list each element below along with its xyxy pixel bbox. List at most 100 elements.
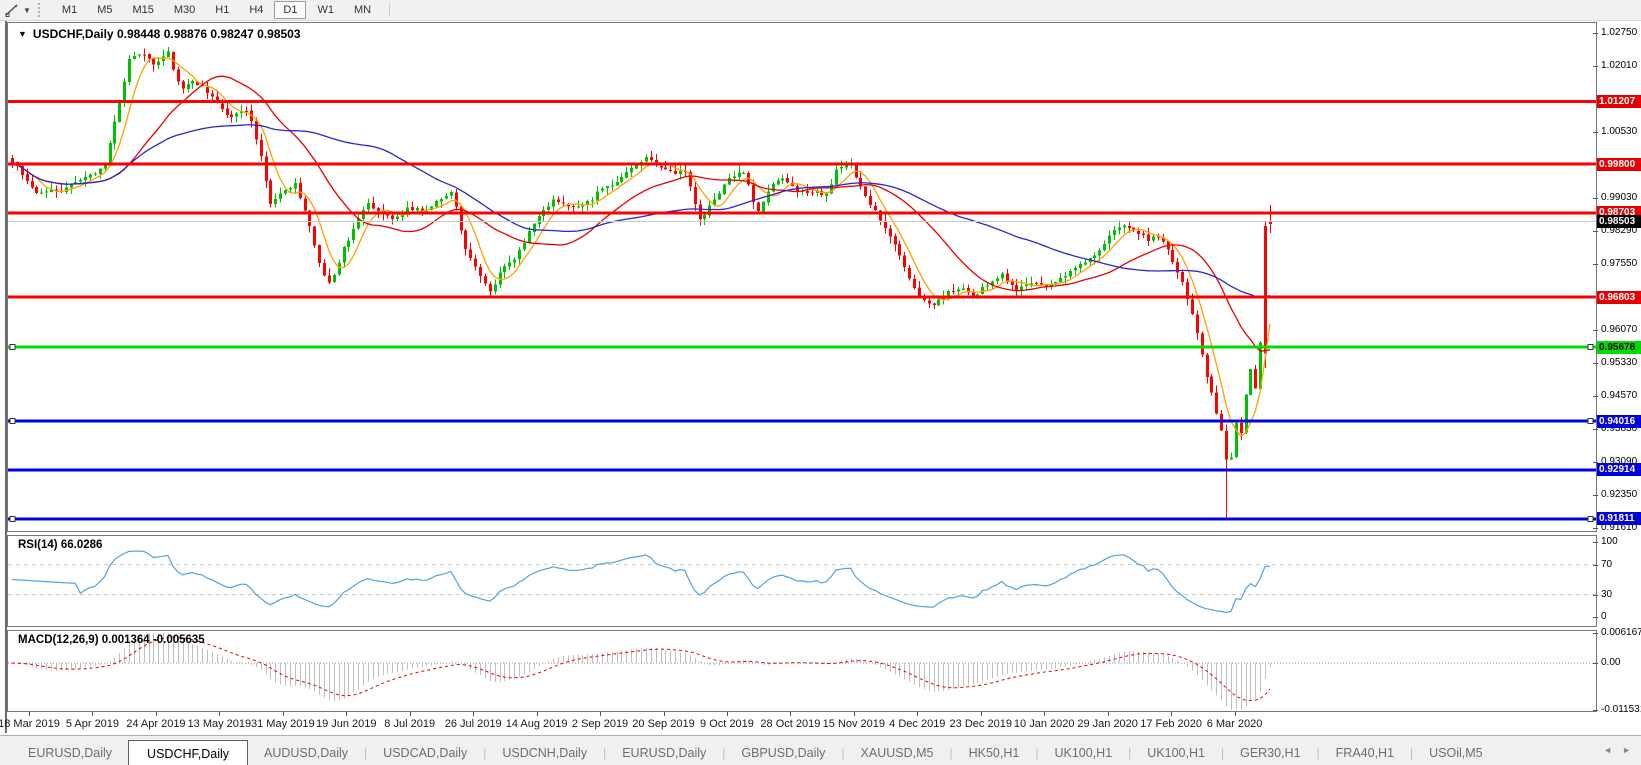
timeframe-button-m15[interactable]: M15 (123, 1, 162, 19)
axis-tick-mark (1593, 633, 1598, 634)
tab-scroll-left-icon[interactable]: ◄ (1603, 745, 1612, 755)
date-label: 28 Oct 2019 (760, 718, 820, 730)
date-tick-mark (600, 712, 601, 716)
tab-gbpusd-daily[interactable]: GBPUSD,Daily (725, 742, 841, 763)
date-label: 13 May 2019 (188, 718, 252, 730)
tab-ger30-h1[interactable]: GER30,H1 (1224, 742, 1316, 763)
tab-eurusd-daily[interactable]: EURUSD,Daily (12, 742, 128, 763)
date-tick-mark (219, 712, 220, 716)
price-axis[interactable]: 1.027501.020101.005300.990300.982900.975… (1598, 21, 1641, 733)
date-label: 5 Apr 2019 (66, 718, 119, 730)
date-tick-mark (92, 712, 93, 716)
tab-usdcad-daily[interactable]: USDCAD,Daily (367, 742, 483, 763)
date-label: 2 Sep 2019 (572, 718, 628, 730)
axis-tick-label: 0.94570 (1601, 390, 1637, 401)
axis-tick-mark (1593, 663, 1598, 664)
axis-tick-label: 100 (1601, 536, 1618, 547)
date-tick-mark (410, 712, 411, 716)
price-line-label-095678: 0.95678 (1597, 341, 1641, 354)
date-tick-mark (29, 712, 30, 716)
axis-tick-mark (1593, 617, 1598, 618)
axis-tick-mark (1593, 198, 1598, 199)
macd-panel[interactable]: MACD(12,26,9) 0.001364 -0.005635 (7, 630, 1597, 712)
date-tick-mark (664, 712, 665, 716)
axis-tick-label: 1.02750 (1601, 27, 1637, 38)
macd-value: 0.001364 (102, 634, 150, 646)
date-label: 6 Mar 2020 (1207, 718, 1263, 730)
axis-tick-mark (1593, 33, 1598, 34)
axis-tick-label: 30 (1601, 589, 1612, 600)
axis-tick-mark (1593, 396, 1598, 397)
axis-tick-mark (1593, 330, 1598, 331)
date-label: 18 Mar 2019 (0, 718, 60, 730)
tab-usoil-m5[interactable]: USOil,M5 (1413, 742, 1498, 763)
date-tick-mark (1044, 712, 1045, 716)
macd-chart[interactable] (8, 631, 1596, 711)
date-tick-mark (346, 712, 347, 716)
rsi-chart[interactable] (8, 536, 1596, 626)
timeframe-button-m5[interactable]: M5 (88, 1, 121, 19)
date-label: 29 Jan 2020 (1077, 718, 1138, 730)
axis-tick-label: 1.00530 (1601, 126, 1637, 137)
tab-eurusd-daily[interactable]: EURUSD,Daily (606, 742, 722, 763)
ohlc-open: 0.98448 (117, 27, 160, 41)
line-studies-icon[interactable] (3, 2, 21, 18)
axis-tick-mark (1593, 528, 1598, 529)
axis-tick-label: 0.95330 (1601, 357, 1637, 368)
date-tick-mark (1108, 712, 1109, 716)
main-chart[interactable] (8, 23, 1596, 531)
chart-title-caret-icon[interactable]: ▼ (18, 29, 27, 39)
price-line-label-101207: 1.01207 (1597, 95, 1641, 108)
date-label: 31 May 2019 (251, 718, 315, 730)
date-tick-mark (917, 712, 918, 716)
axis-tick-mark (1593, 495, 1598, 496)
axis-tick-mark (1593, 595, 1598, 596)
timeframe-button-m1[interactable]: M1 (53, 1, 86, 19)
ohlc-high: 0.98876 (164, 27, 207, 41)
axis-tick-mark (1593, 565, 1598, 566)
timeframe-button-w1[interactable]: W1 (308, 1, 343, 19)
tab-xauusd-m5[interactable]: XAUUSD,M5 (845, 742, 950, 763)
macd-signal-value: -0.005635 (153, 634, 205, 646)
axis-tick-label: 0.92350 (1601, 489, 1637, 500)
timeframe-button-h1[interactable]: H1 (206, 1, 238, 19)
price-line-label-094016: 0.94016 (1597, 415, 1641, 428)
tab-uk100-h1[interactable]: UK100,H1 (1131, 742, 1221, 763)
tab-fra40-h1[interactable]: FRA40,H1 (1320, 742, 1410, 763)
timeframe-button-mn[interactable]: MN (345, 1, 380, 19)
date-label: 23 Dec 2019 (950, 718, 1012, 730)
date-label: 20 Sep 2019 (632, 718, 694, 730)
tab-scroll-right-icon[interactable]: ► (1622, 745, 1631, 755)
date-tick-mark (1171, 712, 1172, 716)
axis-tick-label: 1.02010 (1601, 60, 1637, 71)
tab-uk100-h1[interactable]: UK100,H1 (1038, 742, 1128, 763)
main-chart-panel[interactable]: ▼USDCHF,Daily 0.98448 0.98876 0.98247 0.… (7, 22, 1597, 532)
date-label: 26 Jul 2019 (445, 718, 502, 730)
line-studies-dropdown-caret-icon[interactable]: ▼ (23, 6, 31, 15)
axis-tick-mark (1593, 264, 1598, 265)
axis-tick-mark (1593, 132, 1598, 133)
date-label: 24 Apr 2019 (126, 718, 185, 730)
tab-usdchf-daily[interactable]: USDCHF,Daily (128, 740, 248, 765)
timeframe-button-d1[interactable]: D1 (274, 1, 306, 19)
date-tick-mark (156, 712, 157, 716)
date-label: 8 Jul 2019 (384, 718, 435, 730)
axis-tick-mark (1593, 542, 1598, 543)
timeframe-button-m30[interactable]: M30 (165, 1, 204, 19)
axis-tick-label: 0.99030 (1601, 192, 1637, 203)
price-line-label-092914: 0.92914 (1597, 463, 1641, 476)
date-tick-mark (981, 712, 982, 716)
rsi-label: RSI(14) 66.0286 (18, 539, 102, 551)
axis-tick-label: 0 (1601, 611, 1607, 622)
timeframe-button-h4[interactable]: H4 (240, 1, 272, 19)
tab-usdcnh-daily[interactable]: USDCNH,Daily (486, 742, 603, 763)
toolbar-grip[interactable] (38, 3, 43, 17)
axis-tick-label: -0.011531 (1601, 704, 1641, 715)
tab-audusd-daily[interactable]: AUDUSD,Daily (248, 742, 364, 763)
tab-hk50-h1[interactable]: HK50,H1 (953, 742, 1036, 763)
date-label: 15 Nov 2019 (823, 718, 885, 730)
rsi-panel[interactable]: RSI(14) 66.0286 (7, 535, 1597, 627)
date-axis[interactable]: 18 Mar 20195 Apr 201924 Apr 201913 May 2… (7, 712, 1597, 735)
ohlc-close: 0.98503 (257, 27, 300, 41)
date-label: 14 Aug 2019 (506, 718, 568, 730)
